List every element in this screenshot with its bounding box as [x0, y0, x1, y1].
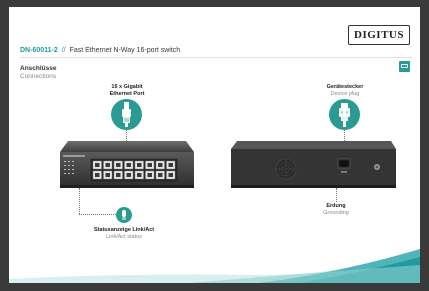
ethernet-port-socket: [158, 173, 163, 177]
ethernet-port-socket: [137, 173, 142, 177]
ethernet-port-socket: [147, 163, 152, 167]
ethernet-port-socket: [116, 163, 121, 167]
ethernet-port-socket: [158, 163, 163, 167]
device-plug-callout: Gerätestecker Device plug: [315, 84, 375, 97]
ethernet-port-socket: [105, 163, 110, 167]
device-plug-label-en: Device plug: [330, 90, 360, 97]
grounding-callout: Erdung Grounding: [311, 203, 361, 216]
ethernet-port-socket: [168, 163, 173, 167]
model-number: DN-60011-2: [20, 47, 58, 54]
switch-front-image: [60, 139, 194, 188]
ethernet-plug-icon: [111, 99, 142, 130]
ethernet-port-socket: [95, 163, 100, 167]
ethernet-callout-line2: Ethernet Port: [109, 90, 145, 97]
ethernet-port-socket: [116, 173, 121, 177]
grounding-leader-line: [336, 188, 337, 202]
ethernet-port-socket: [137, 163, 142, 167]
power-plug-icon: [329, 99, 360, 130]
ethernet-port-socket: [126, 173, 131, 177]
status-leader-line: [79, 188, 80, 214]
ethernet-port-socket: [105, 173, 110, 177]
status-label-en: Link/Act status: [106, 233, 142, 240]
page-title: DN-60011-2 // Fast Ethernet N-Way 16-por…: [20, 47, 180, 54]
title-separator: //: [61, 47, 66, 54]
switch-badge-icon: [399, 61, 410, 72]
product-description: Fast Ethernet N-Way 16-port switch: [69, 47, 181, 54]
ethernet-port-socket: [126, 163, 131, 167]
section-title-de: Anschlüsse: [20, 65, 57, 72]
status-label-de: Statusanzeige Link/Act: [93, 227, 155, 233]
ethernet-port-socket: [95, 173, 100, 177]
ethernet-port-socket: [168, 173, 173, 177]
title-divider: [20, 57, 412, 58]
status-callout: Statusanzeige Link/Act Link/Act status: [81, 227, 167, 240]
led-indicator-icon: [116, 207, 132, 223]
section-title-en: Connections: [20, 73, 57, 80]
grounding-label-en: Grounding: [323, 209, 349, 216]
switch-back-image: [231, 139, 396, 188]
digitus-logo: DIGITUS: [348, 25, 410, 45]
slide-page: DIGITUS DN-60011-2 // Fast Ethernet N-Wa…: [9, 7, 420, 283]
slide-frame: DIGITUS DN-60011-2 // Fast Ethernet N-Wa…: [0, 0, 429, 291]
decorative-wave: [9, 249, 420, 283]
ethernet-port-socket: [147, 173, 152, 177]
ethernet-port-callout: 16 x Gigabit Ethernet Port: [102, 84, 152, 97]
